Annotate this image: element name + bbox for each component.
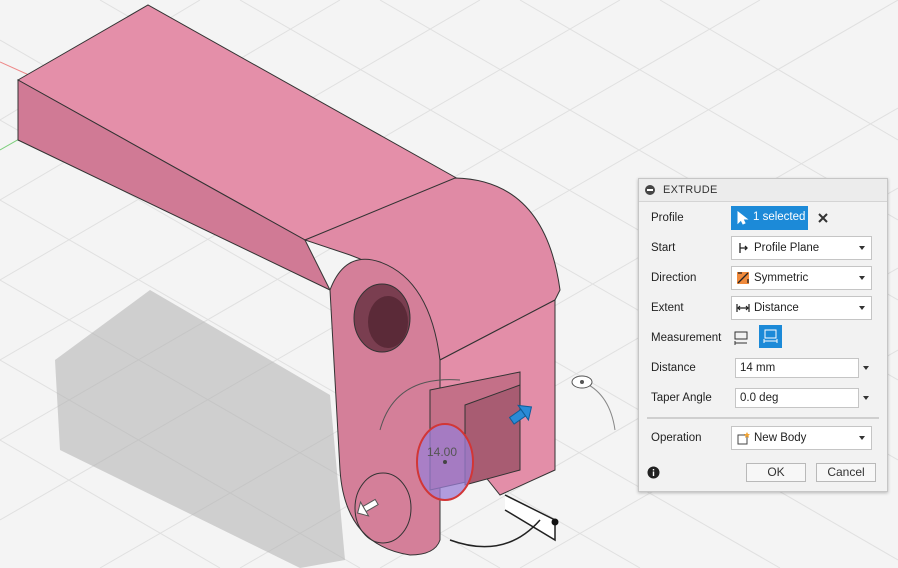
chevron-down-icon	[859, 436, 865, 440]
operation-value: New Body	[754, 432, 807, 444]
extent-dropdown[interactable]: Distance	[731, 296, 872, 320]
chevron-down-icon	[859, 306, 865, 310]
direction-dropdown[interactable]: Symmetric	[731, 266, 872, 290]
new-body-icon	[737, 432, 750, 445]
dialog-header: EXTRUDE	[639, 179, 887, 202]
dimension-label[interactable]: 14.00	[427, 445, 457, 459]
chevron-down-icon	[859, 246, 865, 250]
extent-label: Extent	[651, 302, 684, 314]
measurement-label: Measurement	[651, 332, 722, 344]
profile-plane-icon	[739, 243, 748, 253]
distance-input[interactable]: 14 mm	[735, 358, 859, 378]
start-value: Profile Plane	[754, 242, 820, 254]
collapse-icon[interactable]	[645, 185, 655, 195]
measurement-one-side-icon[interactable]	[732, 329, 750, 347]
extrude-dialog: EXTRUDE Profile 1 selected Start Profile…	[638, 178, 888, 492]
chevron-down-icon	[859, 276, 865, 280]
cursor-arrow-icon	[737, 211, 749, 225]
operation-label: Operation	[651, 432, 702, 444]
dialog-title: EXTRUDE	[663, 184, 718, 196]
start-label: Start	[651, 242, 676, 254]
measurement-whole-button[interactable]	[759, 325, 782, 348]
extent-value: Distance	[754, 302, 799, 314]
distance-value: 14 mm	[740, 362, 776, 374]
cancel-button[interactable]: Cancel	[816, 463, 876, 482]
taper-angle-label: Taper Angle	[651, 392, 712, 404]
start-dropdown[interactable]: Profile Plane	[731, 236, 872, 260]
profile-select-button[interactable]: 1 selected	[731, 206, 808, 230]
pivot-hole-inner	[368, 296, 408, 348]
distance-menu-icon[interactable]	[863, 366, 869, 370]
ok-button[interactable]: OK	[746, 463, 806, 482]
taper-angle-value: 0.0 deg	[740, 392, 779, 404]
measurement-whole-icon	[763, 329, 778, 343]
taper-menu-icon[interactable]	[863, 396, 869, 400]
direction-value: Symmetric	[754, 272, 809, 284]
info-icon[interactable]	[647, 466, 660, 479]
profile-selection-count: 1 selected	[753, 211, 806, 223]
profile-label: Profile	[651, 212, 684, 224]
operation-dropdown[interactable]: New Body	[731, 426, 872, 450]
clear-selection-icon[interactable]	[818, 213, 828, 223]
divider	[647, 417, 879, 419]
distance-icon	[736, 304, 750, 312]
sketch-point	[551, 518, 559, 526]
distance-label: Distance	[651, 362, 696, 374]
direction-label: Direction	[651, 272, 697, 284]
taper-angle-input[interactable]: 0.0 deg	[735, 388, 859, 408]
symmetric-icon	[737, 272, 749, 284]
